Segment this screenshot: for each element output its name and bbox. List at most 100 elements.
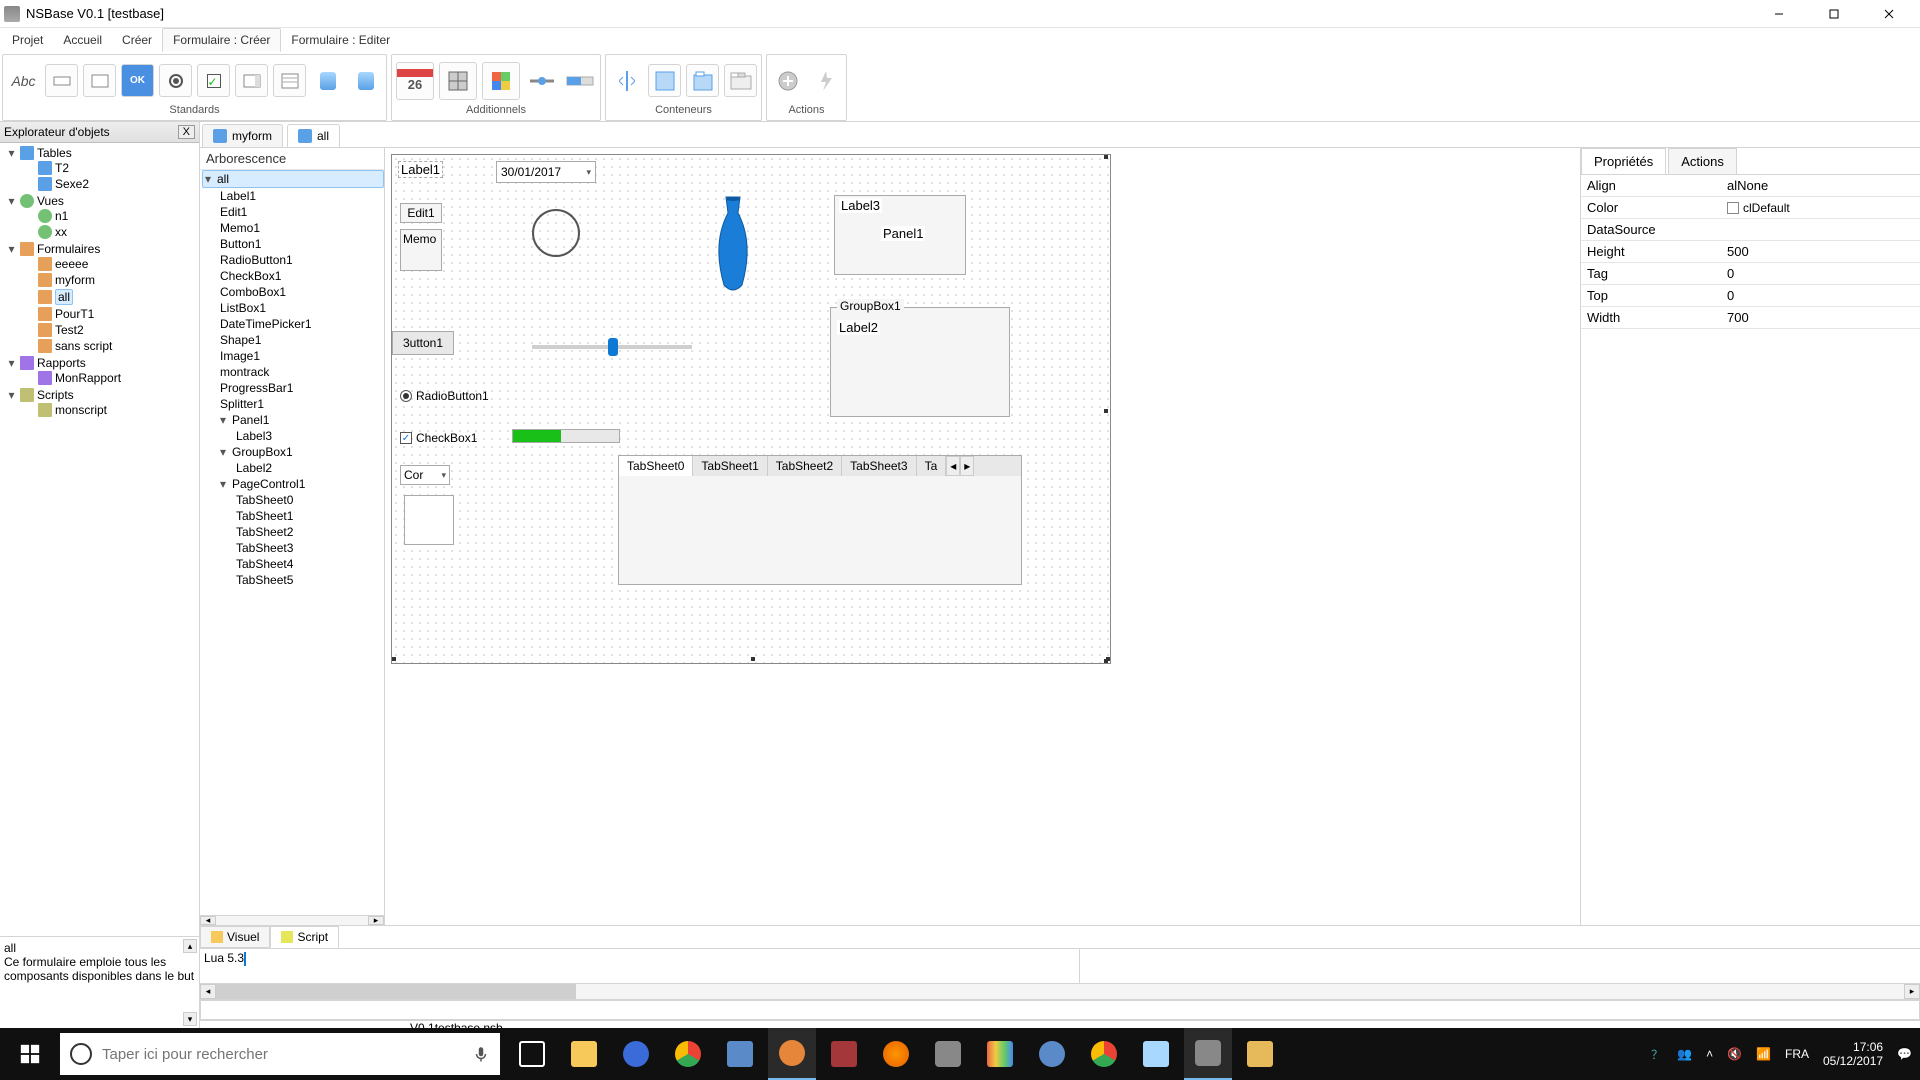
dc-image1[interactable] [708,195,758,295]
tree-node-n1[interactable]: n1 [24,209,197,223]
tb-nsbase[interactable] [1184,1028,1232,1080]
tb-taskview[interactable] [508,1028,556,1080]
command-input[interactable] [200,1000,1920,1020]
search-input[interactable] [102,1046,462,1063]
ribbon-tool-trackbar[interactable] [525,64,558,97]
tree-node-monrapport[interactable]: MonRapport [24,371,197,385]
tray-lang[interactable]: FRA [1785,1047,1809,1061]
ct-radiobutton1[interactable]: RadioButton1 [218,252,384,268]
dc-label3[interactable]: Label3 [839,198,882,213]
canvas-right-handles[interactable] [1104,155,1108,663]
menu-accueil[interactable]: Accueil [53,28,112,52]
form-tab-myform[interactable]: myform [202,124,283,147]
start-button[interactable] [0,1028,60,1080]
ribbon-tool-splitter[interactable] [610,64,643,97]
dc-button1[interactable]: 3utton1 [392,331,454,355]
dc-progressbar1[interactable] [512,429,620,443]
ribbon-tool-combo[interactable] [235,64,268,97]
tb-notepad[interactable] [1132,1028,1180,1080]
tray-help-icon[interactable]: ？ [1651,1046,1663,1063]
ct-tabsheet4[interactable]: TabSheet4 [234,556,384,572]
tab-tabsheet4[interactable]: Ta [917,456,947,476]
dc-checkbox1[interactable]: ✓CheckBox1 [400,431,477,445]
component-tree-hscroll[interactable]: ◂ ▸ [200,915,384,925]
tb-firefox[interactable] [872,1028,920,1080]
script-text[interactable]: Lua 5.3 [200,949,1080,983]
tree-node-rapports[interactable]: ▾Rapports [6,356,197,370]
scroll-track[interactable] [216,984,1904,999]
ribbon-tool-label[interactable]: Abc [7,64,40,97]
tree-node-tables[interactable]: ▾Tables [6,146,197,160]
tree-node-sexe2[interactable]: Sexe2 [24,177,197,191]
actions-tab[interactable]: Actions [1668,148,1737,174]
tree-node-formulaires[interactable]: ▾Formulaires [6,242,197,256]
tb-chrome1[interactable] [664,1028,712,1080]
tab-nav-left[interactable]: ◂ [946,456,960,476]
dc-edit1[interactable]: Edit1 [400,203,442,223]
ribbon-tool-ok[interactable]: OK [121,64,154,97]
close-button[interactable] [1861,0,1916,28]
ct-splitter1[interactable]: Splitter1 [218,396,384,412]
ct-progressbar1[interactable]: ProgressBar1 [218,380,384,396]
ribbon-tool-memo[interactable] [83,64,116,97]
ribbon-tool-listbox[interactable] [273,64,306,97]
scroll-left-button[interactable]: ◂ [200,984,216,999]
tree-node-scripts[interactable]: ▾Scripts [6,388,197,402]
tb-access[interactable] [820,1028,868,1080]
design-canvas[interactable]: Label1 30/01/2017▾ Edit1 Memo Label3 Pan… [391,154,1111,664]
ct-combobox1[interactable]: ComboBox1 [218,284,384,300]
scroll-left-button[interactable]: ◂ [200,916,216,925]
tray-volume-icon[interactable]: 🔇 [1727,1047,1742,1061]
form-tab-all[interactable]: all [287,124,340,147]
prop-row-align[interactable]: AlignalNone [1581,175,1920,197]
scroll-right-button[interactable]: ▸ [368,916,384,925]
tb-paint[interactable] [1236,1028,1284,1080]
scroll-thumb[interactable] [216,984,576,999]
dc-memo1[interactable]: Memo [400,229,442,271]
tree-node-all[interactable]: all [24,289,197,305]
tree-node-eeeee[interactable]: eeeee [24,257,197,271]
ct-shape1[interactable]: Shape1 [218,332,384,348]
ribbon-tool-db2[interactable] [349,64,382,97]
prop-row-datasource[interactable]: DataSource [1581,219,1920,241]
ct-montrack[interactable]: montrack [218,364,384,380]
prop-row-color[interactable]: ColorclDefault [1581,197,1920,219]
tab-script[interactable]: Script [270,926,339,948]
dc-trackbar[interactable] [532,345,692,349]
ribbon-tool-edit[interactable] [45,64,78,97]
dc-pagecontrol1[interactable]: TabSheet0 TabSheet1 TabSheet2 TabSheet3 … [618,455,1022,585]
prop-row-height[interactable]: Height500 [1581,241,1920,263]
ribbon-tool-calendar[interactable]: 26 [396,62,434,100]
scroll-track[interactable] [216,916,368,925]
design-surface[interactable]: Label1 30/01/2017▾ Edit1 Memo Label3 Pan… [385,148,1580,925]
ribbon-tool-grid[interactable] [439,62,477,100]
ribbon-tool-db1[interactable] [311,64,344,97]
dc-label1[interactable]: Label1 [398,161,443,178]
ribbon-tool-groupbox[interactable] [686,64,719,97]
ct-memo1[interactable]: Memo1 [218,220,384,236]
ct-label2[interactable]: Label2 [234,460,384,476]
component-tree[interactable]: ▾all Label1 Edit1 Memo1 Button1 RadioBut… [200,169,384,915]
tb-chrome2[interactable] [1080,1028,1128,1080]
tab-tabsheet2[interactable]: TabSheet2 [768,456,842,476]
tray-network-icon[interactable]: 📶 [1756,1047,1771,1061]
ct-tabsheet3[interactable]: TabSheet3 [234,540,384,556]
tb-explorer[interactable] [560,1028,608,1080]
maximize-button[interactable] [1806,0,1861,28]
desc-scroll-up[interactable]: ▴ [183,939,197,953]
tb-db-gray[interactable] [924,1028,972,1080]
menu-form-editer[interactable]: Formulaire : Editer [281,28,400,52]
tray-notifications-icon[interactable]: 💬 [1897,1047,1912,1061]
dc-groupbox1[interactable]: GroupBox1 Label2 [830,307,1010,417]
ct-label3[interactable]: Label3 [234,428,384,444]
ct-button1[interactable]: Button1 [218,236,384,252]
properties-grid[interactable]: AlignalNone ColorclDefault DataSource He… [1581,175,1920,925]
ct-listbox1[interactable]: ListBox1 [218,300,384,316]
scroll-right-button[interactable]: ▸ [1904,984,1920,999]
dc-datetimepicker1[interactable]: 30/01/2017▾ [496,161,596,183]
ribbon-tool-colorgrid[interactable] [482,62,520,100]
ct-pagecontrol1[interactable]: ▾PageControl1 [218,476,384,492]
tb-app-blue[interactable] [612,1028,660,1080]
prop-row-top[interactable]: Top0 [1581,285,1920,307]
tray-people-icon[interactable]: 👥 [1677,1047,1692,1061]
